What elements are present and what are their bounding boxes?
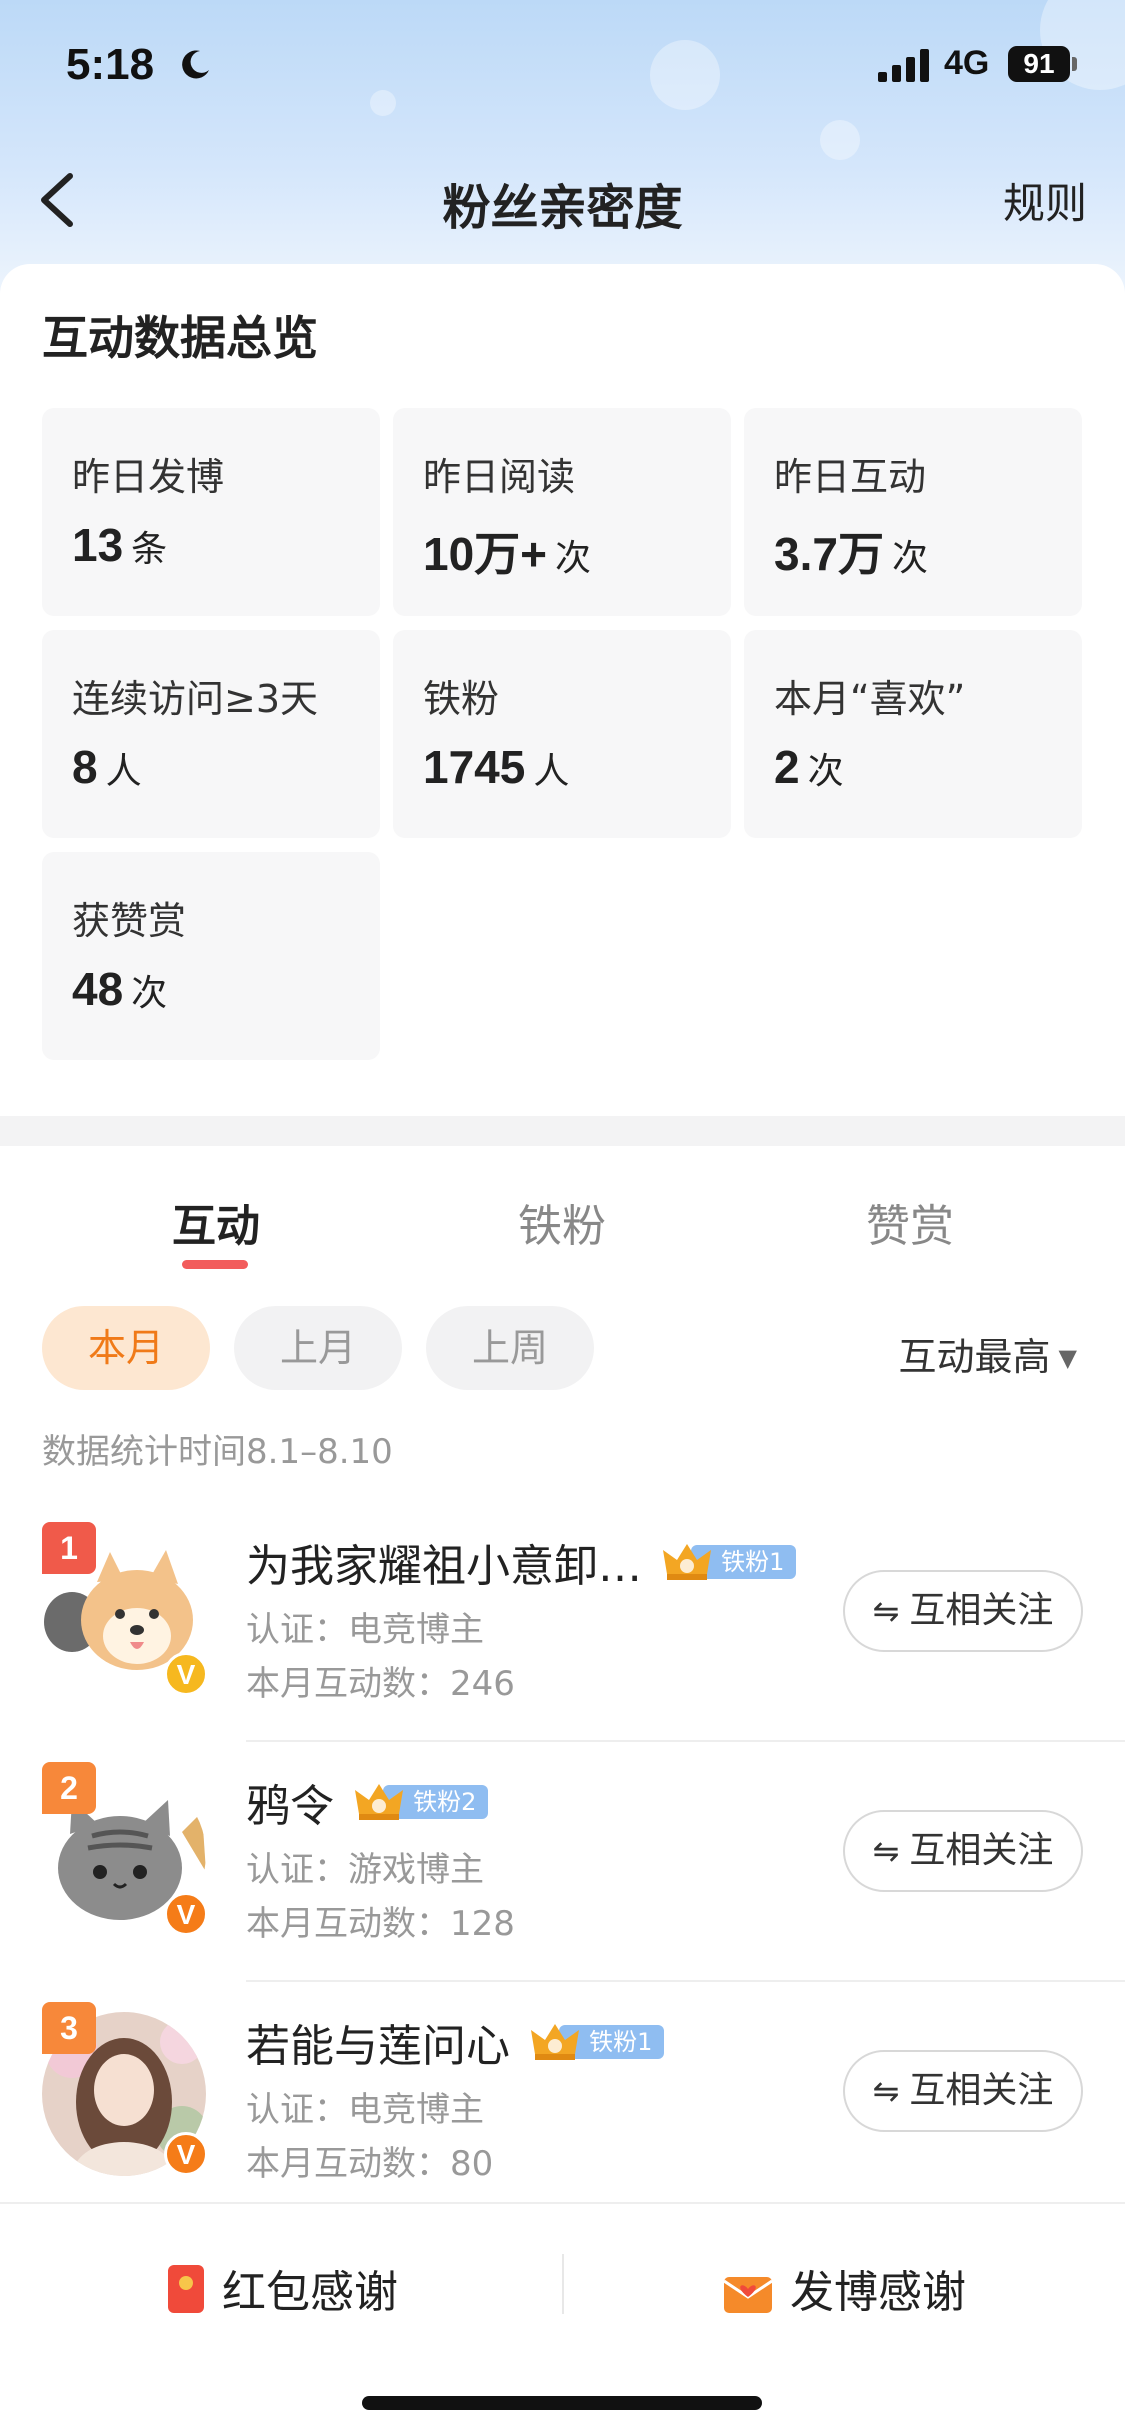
- rank-badge: 1: [42, 1522, 96, 1574]
- tab-iron-fans[interactable]: 铁粉: [518, 1190, 606, 1254]
- list-item[interactable]: 3 V 若能与莲问心 铁粉1 认证：电竞博主 本月互动数：80 ⇋ 互相关注: [0, 1982, 1125, 2222]
- stat-value: 10万+ 次: [423, 528, 592, 580]
- home-indicator[interactable]: [362, 2396, 762, 2410]
- red-packet-icon: [168, 2265, 204, 2313]
- follow-label: 互相关注: [909, 1590, 1054, 1631]
- stat-value: 1745 人: [423, 741, 570, 793]
- caret-down-icon: ▼: [1058, 1344, 1077, 1372]
- fan-name[interactable]: 为我家耀祖小意卸…: [246, 1541, 642, 1592]
- filter-last-week[interactable]: 上周: [426, 1306, 594, 1390]
- mutual-follow-button[interactable]: ⇋ 互相关注: [843, 2050, 1083, 2132]
- active-tab-indicator: [182, 1260, 248, 1269]
- stat-yesterday-reads[interactable]: 昨日阅读 10万+ 次: [393, 408, 731, 616]
- fan-interaction-count: 本月互动数：80: [246, 2144, 494, 2184]
- iron-fan-badge: 铁粉1: [661, 1540, 797, 1584]
- tab-interaction[interactable]: 互动: [172, 1190, 260, 1254]
- battery-tip: [1072, 57, 1077, 71]
- fan-name-line: 鸦令 铁粉2: [246, 1770, 489, 1832]
- stat-label: 昨日互动: [774, 455, 927, 499]
- swap-arrows-icon: ⇋: [872, 1832, 900, 1870]
- tab-rewards[interactable]: 赞赏: [866, 1190, 954, 1254]
- stat-value: 2次: [774, 741, 844, 793]
- rules-link[interactable]: 规则: [1003, 170, 1087, 231]
- battery-icon: 91: [1008, 46, 1070, 82]
- stat-value: 3.7万次: [774, 528, 928, 580]
- stat-label: 铁粉: [423, 677, 500, 721]
- page-title: 粉丝亲密度: [442, 180, 683, 236]
- red-packet-thanks-button[interactable]: 红包感谢: [166, 2256, 398, 2320]
- stat-label: 昨日阅读: [423, 455, 576, 499]
- list-item[interactable]: 2 V 鸦令 铁粉2 认证：游戏博主 本月互动数：128 ⇋ 互相关注: [0, 1742, 1125, 1982]
- stat-yesterday-posts[interactable]: 昨日发博 13 条: [42, 408, 380, 616]
- stats-period: 数据统计时间8.1–8.10: [42, 1432, 393, 1472]
- follow-label: 互相关注: [909, 1830, 1054, 1871]
- filter-this-month[interactable]: 本月: [42, 1306, 210, 1390]
- fan-name-line: 若能与莲问心 铁粉1: [246, 2010, 665, 2072]
- overview-card: 互动数据总览 昨日发博 13 条 昨日阅读 10万+ 次 昨日互动 3.7万次 连续…: [0, 264, 1125, 1116]
- fan-interaction-count: 本月互动数：246: [246, 1664, 515, 1704]
- filter-bar: 本月 上月 上周 互动最高 ▼: [0, 1306, 1125, 1396]
- stat-rewards[interactable]: 获赞赏 48 次: [42, 852, 380, 1060]
- rank-badge: 2: [42, 1762, 96, 1814]
- overview-title: 互动数据总览: [42, 311, 318, 365]
- verified-icon: V: [164, 2132, 208, 2176]
- moon-icon: [182, 50, 209, 79]
- navigation-bar: 粉丝亲密度 规则: [0, 160, 1125, 240]
- stat-label: 获赞赏: [72, 899, 187, 943]
- bottom-divider: [562, 2254, 564, 2314]
- stat-yesterday-interactions[interactable]: 昨日互动 3.7万次: [744, 408, 1082, 616]
- mutual-follow-button[interactable]: ⇋ 互相关注: [843, 1570, 1083, 1652]
- list-item[interactable]: 1 V 为我家耀祖小意卸… 铁粉1 认证：电竞博主 本月互动数：246 ⇋ 互相关…: [0, 1502, 1125, 1742]
- sort-label: 互动最高: [898, 1335, 1051, 1379]
- post-thanks-button[interactable]: 发博感谢: [722, 2256, 966, 2320]
- follow-label: 互相关注: [909, 2070, 1054, 2111]
- verified-icon: V: [164, 1652, 208, 1696]
- fan-interaction-count: 本月互动数：128: [246, 1904, 515, 1944]
- fan-name-line: 为我家耀祖小意卸… 铁粉1: [246, 1530, 797, 1592]
- rank-badge: 3: [42, 2002, 96, 2054]
- crown-icon: [663, 1544, 712, 1580]
- stat-iron-fans[interactable]: 铁粉 1745 人: [393, 630, 731, 838]
- iron-fan-badge: 铁粉2: [353, 1780, 489, 1824]
- fan-name[interactable]: 鸦令: [246, 1781, 334, 1832]
- crown-icon: [531, 2024, 580, 2060]
- stat-value: 8人: [72, 741, 142, 793]
- swap-arrows-icon: ⇋: [872, 1592, 900, 1630]
- stat-label: 本月“喜欢”: [774, 677, 966, 721]
- sort-dropdown[interactable]: 互动最高 ▼: [899, 1326, 1077, 1381]
- fan-certification: 认证：电竞博主: [246, 2090, 484, 2130]
- red-packet-label: 红包感谢: [222, 2267, 398, 2318]
- stat-value: 13 条: [72, 519, 168, 571]
- stat-value: 48 次: [72, 963, 168, 1015]
- swap-arrows-icon: ⇋: [872, 2072, 900, 2110]
- verified-icon: V: [164, 1892, 208, 1936]
- section-divider: [0, 1116, 1125, 1146]
- stat-consecutive-visits[interactable]: 连续访问≥3天 8人: [42, 630, 380, 838]
- fan-certification: 认证：电竞博主: [246, 1610, 484, 1650]
- status-time: 5:18: [66, 40, 155, 89]
- fan-certification: 认证：游戏博主: [246, 1850, 484, 1890]
- mutual-follow-button[interactable]: ⇋ 互相关注: [843, 1810, 1083, 1892]
- iron-fan-badge: 铁粉1: [529, 2020, 665, 2064]
- stat-label: 昨日发博: [72, 455, 225, 499]
- envelope-heart-icon: [723, 2277, 773, 2313]
- network-type: 4G: [944, 44, 990, 82]
- fan-name[interactable]: 若能与莲问心: [246, 2021, 510, 2072]
- stat-label: 连续访问≥3天: [72, 677, 319, 721]
- status-bar: 5:18 4G 91: [0, 40, 1125, 100]
- post-thanks-label: 发博感谢: [790, 2267, 966, 2318]
- crown-icon: [355, 1784, 404, 1820]
- tab-bar: 互动 铁粉 赞赏: [0, 1146, 1125, 1286]
- signal-icon: [878, 49, 929, 82]
- filter-last-month[interactable]: 上月: [234, 1306, 402, 1390]
- stat-monthly-likes[interactable]: 本月“喜欢” 2次: [744, 630, 1082, 838]
